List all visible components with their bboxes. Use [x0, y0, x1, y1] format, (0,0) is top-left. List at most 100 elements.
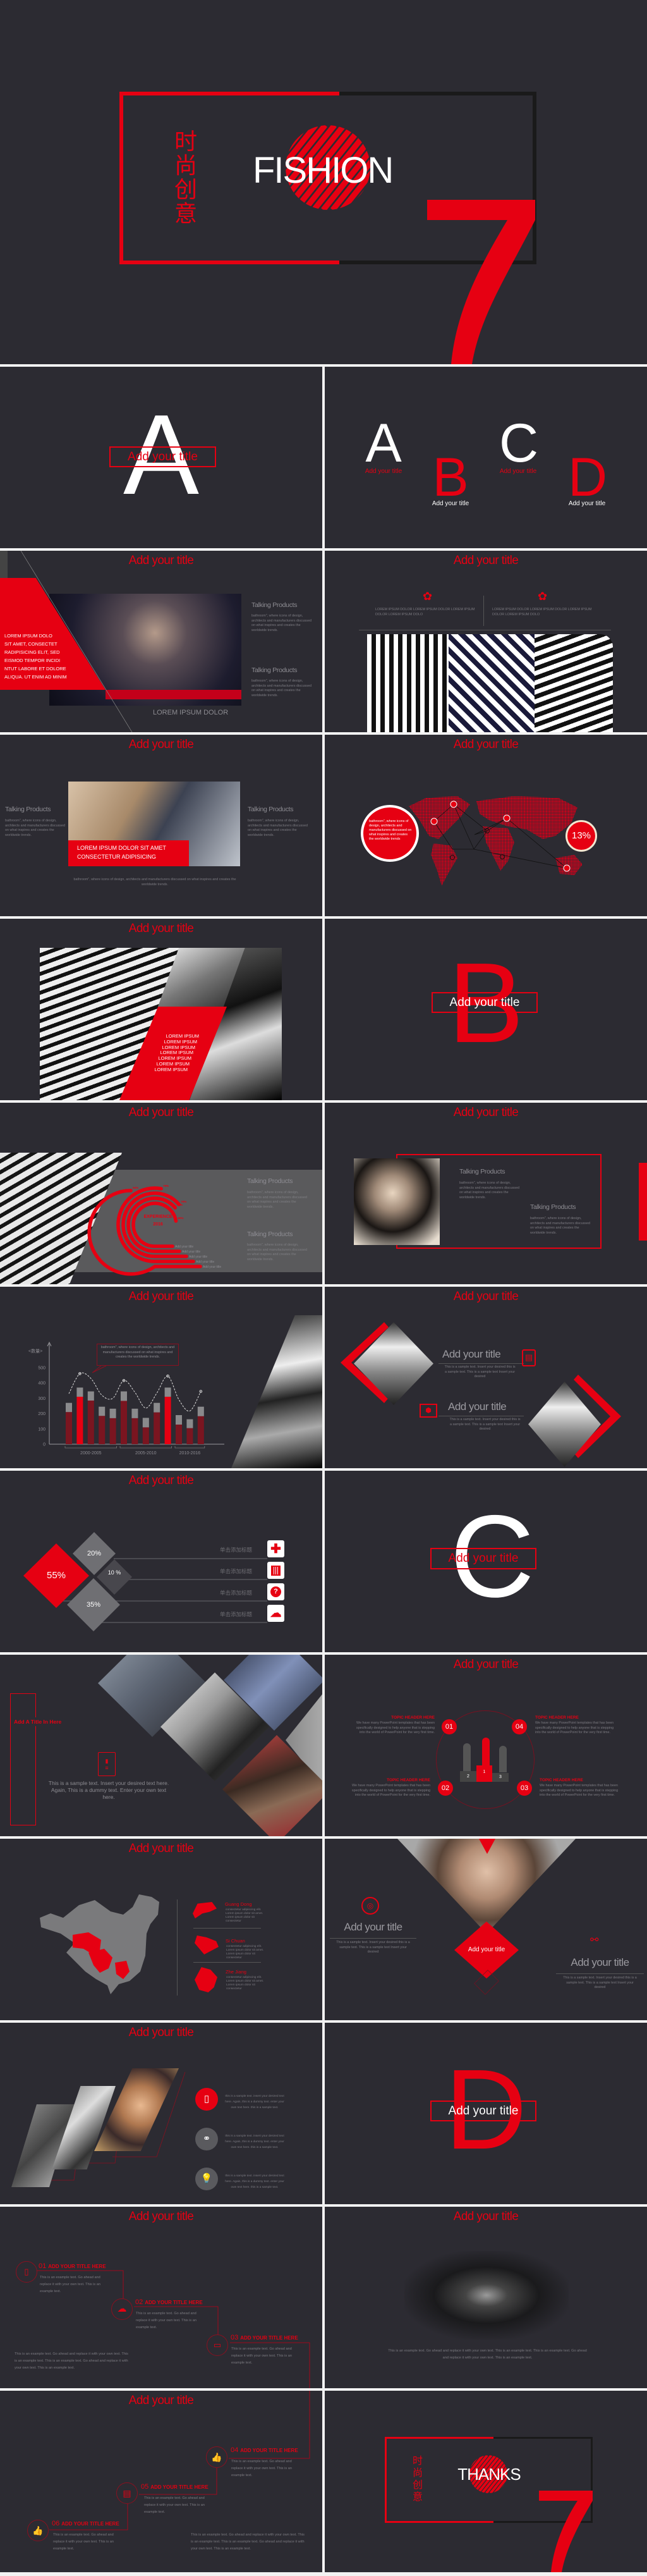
topic-heading: TOPIC HEADER HERE — [391, 1715, 435, 1720]
slide-title: Add your title — [453, 1658, 519, 1671]
bar-chart: 0 100 200 300 400 500 2000-2005 2005-2010 2010-2… — [38, 1341, 224, 1456]
section-title-box: Add your title — [430, 1548, 536, 1569]
slide-section-b: B Add your title — [325, 919, 647, 1100]
portrait-photo — [354, 1158, 440, 1245]
block-body: bathroom", where icons of design, archit… — [248, 819, 308, 837]
thumbs-up-icon: 👍 — [206, 2446, 227, 2468]
letter-d: D — [568, 447, 608, 508]
cloud-icon: ☁ — [111, 2298, 133, 2320]
block-heading: Talking Products — [530, 1203, 576, 1211]
block-heading: Talking Products — [251, 601, 298, 609]
bar-base — [164, 1396, 171, 1444]
block-heading: Talking Products — [251, 666, 298, 674]
monitor-icon: ⬢ — [420, 1404, 437, 1418]
item-body: This is a sample text. Insert your desir… — [336, 1941, 410, 1954]
bar-base — [176, 1425, 182, 1444]
step-number: 02 — [135, 2298, 143, 2306]
section-title: Add your title — [448, 1552, 519, 1565]
bar-base — [186, 1428, 193, 1444]
stripe-photo-3 — [535, 634, 613, 732]
slide-title: Add your title — [453, 1106, 519, 1119]
paragraph: This is an example text. Go ahead and re… — [15, 2352, 128, 2370]
region-name: Si Chuan — [226, 1938, 245, 1944]
podium-figure-1 — [482, 1738, 490, 1765]
arc-label: Add your title — [175, 1245, 193, 1249]
region-body: consectetur adipiscing elit. Lorem ipsum… — [226, 1976, 264, 1990]
bar-top — [109, 1408, 116, 1418]
flower-icon: ✿ — [538, 590, 548, 603]
x-group-label: 2010-2016 — [179, 1451, 201, 1456]
step-body: This is an example text. Go ahead and re… — [53, 2533, 114, 2551]
step-body: This is an example text. Go ahead and re… — [231, 2347, 292, 2365]
bar-base — [197, 1416, 204, 1444]
bar-top — [87, 1391, 94, 1401]
bar-base — [121, 1401, 127, 1444]
experience-year: 2016 — [153, 1222, 163, 1227]
slide-percent-diamonds: Add your title 55% 20% 10 % 35% 单击添加标题 单… — [0, 1471, 322, 1652]
slide-bar-chart: Add your title 0 100 200 300 400 500 2000-2005… — [0, 1287, 322, 1468]
lorem-line: LOREM IPSUM — [154, 1066, 188, 1072]
diamond-value: 35% — [86, 1601, 101, 1609]
dancer-photo — [404, 2251, 569, 2340]
item-body: This is a sample text. Insert your desir… — [444, 1365, 516, 1379]
banner-line: CONSECTETUR ADIPISICING — [77, 854, 157, 860]
x-group-label: 2005-2010 — [135, 1451, 157, 1456]
bar-top — [76, 1387, 83, 1397]
slide-title: Add your title — [128, 738, 194, 751]
step-heading: 05 ADD YOUR TITLE HERE — [141, 2483, 209, 2491]
item-text: this is a sample text. insert your desir… — [225, 2135, 284, 2149]
collage-heading: Add A Title In Here — [13, 1717, 63, 1726]
bar-top — [99, 1406, 106, 1416]
item-body: This is a sample text. Insert your desir… — [563, 1976, 637, 1990]
label-c: Add your title — [499, 468, 537, 475]
topic-number: 04 — [512, 1719, 527, 1734]
bar-base — [154, 1412, 160, 1444]
arc-label: Add your title — [196, 1260, 214, 1264]
block-heading: Talking Products — [247, 1177, 293, 1185]
step-title: ADD YOUR TITLE HERE — [240, 2448, 298, 2453]
bar-top — [66, 1402, 72, 1413]
target-icon: ◎ — [361, 1897, 379, 1915]
slide-dark-photo: Add your title This is an example text. … — [325, 2207, 647, 2388]
percent-badge: 13% — [565, 820, 597, 852]
slide-stacked-photos: Add your title ▯ ⚭ 💡 this is a sample te… — [0, 2023, 322, 2204]
row-label: 单击添加标题 — [220, 1611, 253, 1617]
clipboard-icon: ▤ — [116, 2482, 138, 2504]
row-label: 单击添加标题 — [220, 1547, 253, 1553]
step-title: ADD YOUR TITLE HERE — [145, 2300, 203, 2305]
stripe-photo-2 — [449, 634, 535, 732]
topic-body: We have many PowerPoint templates that h… — [535, 1721, 614, 1735]
bar-base — [131, 1418, 138, 1444]
x-group-label: 2000-2005 — [80, 1451, 102, 1456]
bar-top — [131, 1408, 138, 1418]
arc-percent: 50% — [133, 1186, 138, 1189]
bar-top — [121, 1391, 127, 1401]
topic-number: 01 — [442, 1719, 457, 1734]
block-body: bathroom", where icons of design, archit… — [251, 679, 311, 697]
banner-line: LOREM IPSUM DOLOR SIT AMET — [77, 845, 166, 851]
caption: bathroom", where icons of design, archit… — [73, 878, 236, 886]
region-divider — [193, 1928, 261, 1929]
step-title: ADD YOUR TITLE HERE — [240, 2335, 298, 2341]
row-label: 单击添加标题 — [220, 1568, 253, 1574]
bar-base — [142, 1427, 149, 1444]
topic-body: We have many PowerPoint templates that h… — [540, 1784, 619, 1798]
letter-c: C — [499, 413, 539, 474]
slide-laptop: Add your title LOREM IPSUM DOLOR SIT AME… — [0, 735, 322, 916]
slide-title: Add your title — [128, 922, 194, 935]
big-seven-shape — [427, 200, 535, 364]
slide-title: Add your title — [128, 1474, 194, 1487]
slide-collage: Add your title LOREM IPSUM LOREM IPSUM LOR… — [0, 919, 322, 1100]
topic-heading: TOPIC HEADER HERE — [387, 1778, 430, 1782]
section-title-box: Add your title — [432, 992, 538, 1013]
diagonal-line — [20, 551, 133, 732]
lightbulb-icon: 💡 — [195, 2168, 218, 2190]
region-body: consectetur adipiscing elit. Lorem ipsum… — [226, 1908, 263, 1923]
diamond-value: 55% — [46, 1570, 66, 1581]
share-icon: ⚭ — [195, 2128, 218, 2150]
y-tick-label: 100 — [38, 1427, 45, 1432]
experience-label: EXPERIENCE 2016 — [136, 1213, 180, 1229]
slide-abcd: A Add your title B Add your title C Add … — [325, 367, 647, 548]
slide-hexagon-images: Add your title Add your title This is a … — [325, 1287, 647, 1468]
section-title: Add your title — [448, 2104, 519, 2118]
